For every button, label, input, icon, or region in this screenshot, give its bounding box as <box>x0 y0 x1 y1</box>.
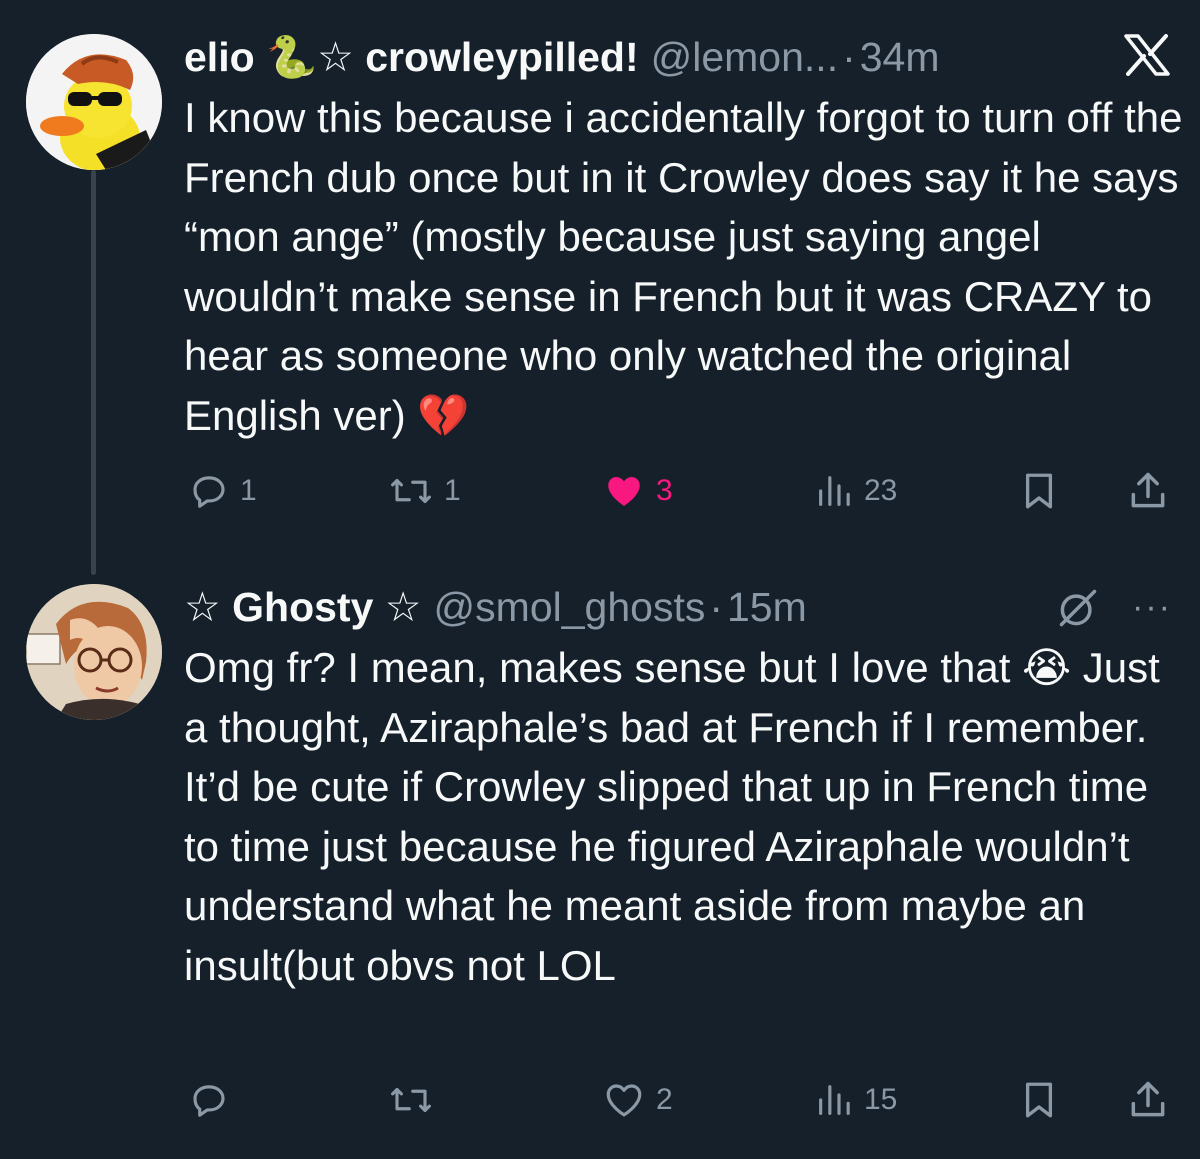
timestamp[interactable]: 15m <box>727 582 807 632</box>
share-button[interactable] <box>1126 1075 1170 1125</box>
views-button[interactable]: 23 <box>814 466 897 516</box>
repost-button[interactable]: 1 <box>388 466 461 516</box>
more-icon[interactable]: ··· <box>1132 588 1172 627</box>
grok-icon[interactable] <box>1056 586 1100 635</box>
bookmark-button[interactable] <box>1018 466 1060 516</box>
bookmark-icon <box>1025 473 1053 509</box>
views-icon <box>819 1085 850 1115</box>
tweet-2[interactable]: ☆ Ghosty ☆ @smol_ghosts · 15m ··· Omg fr… <box>0 570 1200 1159</box>
reply-icon <box>193 476 225 508</box>
tweet-1[interactable]: elio 🐍☆ crowleypilled! @lemon... · 34m I… <box>0 0 1200 575</box>
display-name[interactable]: ☆ Ghosty ☆ <box>184 582 422 632</box>
like-count: 2 <box>656 1083 673 1116</box>
views-button[interactable]: 15 <box>814 1075 897 1125</box>
display-name[interactable]: elio 🐍☆ crowleypilled! <box>184 32 639 82</box>
action-bar: 1 1 3 23 <box>184 466 1174 516</box>
bookmark-icon <box>1025 1082 1053 1118</box>
view-count: 15 <box>864 1083 898 1116</box>
ghosty-avatar-icon <box>26 584 162 720</box>
share-icon <box>1131 1081 1165 1117</box>
repost-icon <box>391 1087 431 1113</box>
duck-avatar-icon <box>26 34 162 170</box>
repost-button[interactable] <box>388 1075 444 1125</box>
like-count: 3 <box>656 474 673 507</box>
avatar[interactable] <box>26 34 162 170</box>
view-count: 23 <box>864 474 898 507</box>
repost-count: 1 <box>444 474 461 507</box>
x-logo-icon <box>1124 34 1170 81</box>
avatar[interactable] <box>26 584 162 720</box>
reply-count: 1 <box>240 474 257 507</box>
tweet-header: ☆ Ghosty ☆ @smol_ghosts · 15m <box>184 582 807 632</box>
bookmark-button[interactable] <box>1018 1075 1060 1125</box>
like-button[interactable]: 2 <box>602 1075 673 1125</box>
share-icon <box>1131 472 1165 508</box>
reply-icon <box>193 1085 225 1117</box>
share-button[interactable] <box>1126 466 1170 516</box>
separator: · <box>842 34 856 80</box>
separator: · <box>709 584 723 630</box>
reply-button[interactable]: 1 <box>188 466 257 516</box>
tweet-text: Omg fr? I mean, makes sense but I love t… <box>184 644 1160 989</box>
like-icon <box>608 477 640 506</box>
tweet-text: I know this because i accidentally forgo… <box>184 94 1183 439</box>
handle[interactable]: @smol_ghosts <box>434 582 706 632</box>
tweet-header: elio 🐍☆ crowleypilled! @lemon... · 34m <box>184 32 940 82</box>
like-icon <box>606 1084 642 1117</box>
timestamp[interactable]: 34m <box>860 32 940 82</box>
action-bar: 2 15 <box>184 1075 1174 1125</box>
reply-button[interactable] <box>188 1075 240 1125</box>
repost-icon <box>391 478 431 504</box>
thread-line <box>91 170 96 575</box>
like-button[interactable]: 3 <box>602 466 673 516</box>
views-icon <box>819 476 850 506</box>
handle[interactable]: @lemon... <box>651 32 838 82</box>
